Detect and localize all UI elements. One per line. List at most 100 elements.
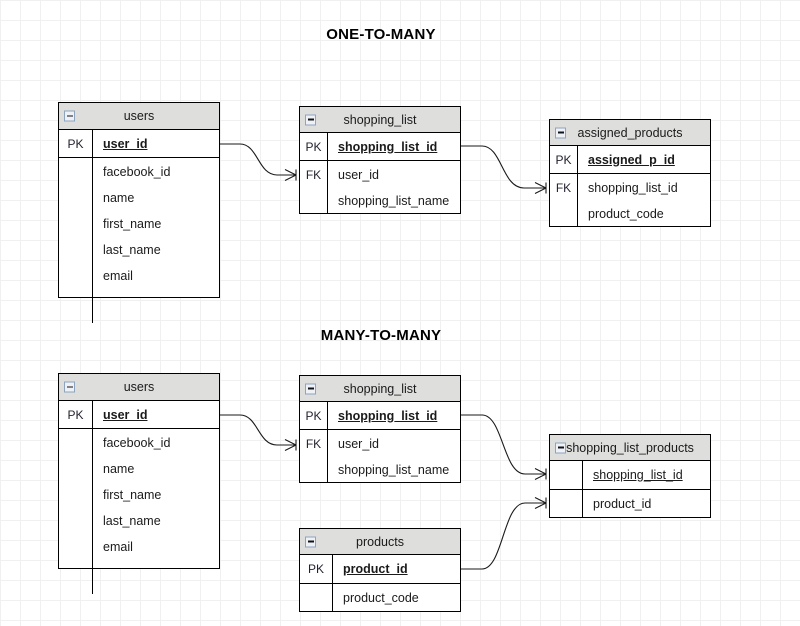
- attribute-row[interactable]: name: [59, 185, 219, 211]
- entity-table-users-top[interactable]: users PK user_id facebook_idname first_namel…: [58, 102, 220, 323]
- entity-header-products[interactable]: products: [300, 529, 460, 555]
- attribute-row[interactable]: facebook_id: [59, 429, 219, 456]
- key-constraint-label: [59, 429, 93, 456]
- key-constraint-label: [59, 237, 93, 263]
- attribute-row[interactable]: shopping_list_name: [300, 188, 460, 213]
- filler-name-column: [93, 289, 219, 323]
- attribute-name-label: product_code: [588, 206, 664, 221]
- attribute-name-label: shopping_list_id: [338, 139, 438, 154]
- key-constraint-label: FK: [300, 161, 328, 188]
- collapse-minus-icon[interactable]: [64, 381, 75, 393]
- entity-body-shopping-list-products: shopping_list_id product_id: [550, 461, 710, 517]
- entity-name-label: shopping_list_products: [566, 440, 694, 455]
- attribute-name-label: user_id: [338, 436, 379, 451]
- entity-body-users-top: PK user_id facebook_idname first_name last_n…: [59, 130, 219, 323]
- entity-table-shopping-list-top[interactable]: shopping_list PK shopping_list_id FK user_id…: [299, 106, 461, 214]
- attribute-row[interactable]: shopping_list_name: [300, 457, 460, 482]
- attribute-row[interactable]: last_name: [59, 508, 219, 534]
- key-constraint-label: [300, 188, 328, 213]
- section-title-many-to-many: MANY-TO-MANY: [320, 327, 442, 344]
- entity-header-users-bottom[interactable]: users: [59, 374, 219, 401]
- collapse-minus-icon[interactable]: [305, 383, 316, 394]
- entity-name-label: users: [123, 380, 155, 394]
- key-constraint-label: PK: [300, 133, 328, 160]
- key-constraint-label: [59, 263, 93, 289]
- attribute-row[interactable]: PK shopping_list_id: [300, 133, 460, 161]
- attribute-row[interactable]: name: [59, 456, 219, 482]
- attribute-row[interactable]: product_id: [550, 490, 710, 517]
- filler-key-column: [59, 560, 93, 594]
- attribute-row[interactable]: PK product_id: [300, 555, 460, 584]
- attribute-row[interactable]: FK user_id: [300, 430, 460, 457]
- key-constraint-label: [550, 201, 578, 226]
- entity-header-shopping-list-bottom[interactable]: shopping_list: [300, 376, 460, 402]
- attribute-row[interactable]: first_name: [59, 211, 219, 237]
- collapse-minus-icon[interactable]: [305, 536, 316, 547]
- attribute-row[interactable]: PK assigned_p_id: [550, 146, 710, 174]
- attribute-row[interactable]: PK user_id: [59, 401, 219, 429]
- collapse-minus-icon[interactable]: [555, 127, 566, 138]
- attribute-row[interactable]: PK shopping_list_id: [300, 402, 460, 430]
- entity-name-label: products: [356, 534, 404, 549]
- entity-table-users-bottom[interactable]: users PK user_id facebook_idname first_namel…: [58, 373, 220, 594]
- entity-header-shopping-list-products[interactable]: shopping_list_products: [550, 435, 710, 461]
- entity-body-shopping-list-top: PK shopping_list_id FK user_id shopping_list…: [300, 133, 460, 213]
- attribute-name-label: product_code: [343, 590, 419, 605]
- collapse-minus-icon[interactable]: [555, 442, 566, 453]
- attribute-name-label: shopping_list_name: [338, 193, 450, 208]
- attribute-name-label: assigned_p_id: [588, 152, 675, 167]
- collapse-minus-icon[interactable]: [305, 114, 316, 125]
- attribute-row[interactable]: facebook_id: [59, 158, 219, 185]
- attribute-name-label: first_name: [103, 217, 162, 231]
- attribute-name-label: name: [103, 191, 135, 205]
- key-constraint-label: [59, 534, 93, 560]
- attribute-row[interactable]: PK user_id: [59, 130, 219, 158]
- key-constraint-label: FK: [550, 174, 578, 201]
- entity-table-products[interactable]: products PK product_id product_code: [299, 528, 461, 612]
- attribute-name-label: user_id: [103, 136, 148, 151]
- attribute-name-label: user_id: [338, 167, 379, 182]
- key-constraint-label: PK: [59, 130, 93, 157]
- attribute-row[interactable]: first_name: [59, 482, 219, 508]
- key-constraint-label: FK: [300, 430, 328, 457]
- entity-header-shopping-list-top[interactable]: shopping_list: [300, 107, 460, 133]
- entity-filler-space: [59, 560, 219, 594]
- attribute-row[interactable]: email: [59, 263, 219, 289]
- attribute-row[interactable]: shopping_list_id: [550, 461, 710, 490]
- key-constraint-label: [59, 456, 93, 482]
- entity-filler-space: [59, 289, 219, 323]
- attribute-name-label: last_name: [103, 243, 161, 257]
- entity-body-assigned-products: PK assigned_p_id FK shopping_list_idproduct…: [550, 146, 710, 226]
- attribute-row[interactable]: email: [59, 534, 219, 560]
- key-constraint-label: PK: [300, 555, 333, 583]
- entity-header-users-top[interactable]: users: [59, 103, 219, 130]
- key-constraint-label: [59, 508, 93, 534]
- entity-name-label: assigned_products: [577, 125, 683, 140]
- key-constraint-label: [59, 211, 93, 237]
- entity-name-label: users: [123, 109, 155, 123]
- key-constraint-label: [59, 158, 93, 185]
- attribute-row[interactable]: FK shopping_list_id: [550, 174, 710, 201]
- filler-name-column: [93, 560, 219, 594]
- entity-table-shopping-list-products[interactable]: shopping_list_products shopping_list_idpr…: [549, 434, 711, 518]
- attribute-name-label: first_name: [103, 488, 162, 502]
- key-constraint-label: [550, 461, 583, 489]
- attribute-name-label: product_id: [343, 562, 408, 576]
- attribute-row[interactable]: product_code: [550, 201, 710, 226]
- collapse-minus-icon[interactable]: [64, 110, 75, 122]
- entity-table-assigned-products[interactable]: assigned_products PK assigned_p_id FK shoppi…: [549, 119, 711, 227]
- attribute-row[interactable]: product_code: [300, 584, 460, 611]
- entity-table-shopping-list-bottom[interactable]: shopping_list PK shopping_list_id FK user_id…: [299, 375, 461, 483]
- key-constraint-label: PK: [59, 401, 93, 428]
- entity-body-products: PK product_id product_code: [300, 555, 460, 611]
- attribute-name-label: shopping_list_id: [593, 468, 683, 482]
- attribute-row[interactable]: FK user_id: [300, 161, 460, 188]
- entity-body-shopping-list-bottom: PK shopping_list_id FK user_id shopping_list…: [300, 402, 460, 482]
- key-constraint-label: PK: [300, 402, 328, 429]
- attribute-name-label: facebook_id: [103, 164, 171, 179]
- attribute-name-label: email: [103, 540, 133, 554]
- entity-header-assigned-products[interactable]: assigned_products: [550, 120, 710, 146]
- attribute-name-label: facebook_id: [103, 435, 171, 450]
- attribute-row[interactable]: last_name: [59, 237, 219, 263]
- attribute-name-label: email: [103, 269, 133, 283]
